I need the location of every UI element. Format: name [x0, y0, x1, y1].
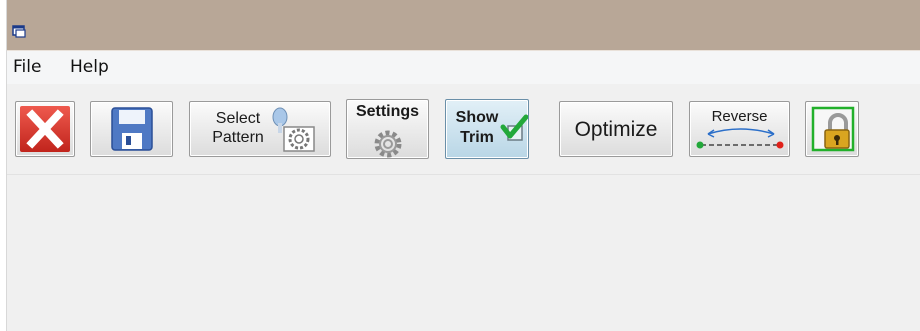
select-pattern-line1: Select: [215, 110, 261, 127]
settings-button[interactable]: Settings: [346, 99, 429, 159]
select-pattern-label: Select Pattern: [208, 109, 268, 147]
show-trim-line1: Show: [455, 109, 499, 126]
gear-pattern-icon: [268, 105, 318, 156]
reverse-arrows-icon: [696, 126, 784, 156]
reverse-button[interactable]: Reverse: [689, 101, 790, 157]
optimize-button[interactable]: Optimize: [559, 101, 673, 157]
settings-label: Settings: [355, 103, 420, 120]
show-trim-button[interactable]: Show Trim: [445, 99, 529, 159]
app-window-icon: [12, 23, 26, 38]
show-trim-label: Show Trim: [453, 108, 501, 148]
padlock-icon: [811, 106, 855, 156]
workspace-area: [7, 175, 920, 331]
menu-file[interactable]: File: [13, 57, 41, 77]
red-x-icon: [20, 106, 70, 156]
close-button[interactable]: [15, 101, 75, 157]
lock-button[interactable]: [805, 101, 859, 157]
floppy-disk-icon: [111, 107, 153, 155]
app-window: File Help Select Pattern Settings Show T…: [6, 0, 920, 331]
optimize-label: Optimize: [574, 118, 658, 141]
gear-icon: [366, 124, 410, 158]
reverse-label: Reverse: [711, 108, 768, 125]
select-pattern-line2: Pattern: [212, 129, 264, 146]
menu-bar: File Help: [7, 50, 920, 84]
checkmark-icon: [500, 114, 528, 148]
show-trim-line2: Trim: [460, 129, 494, 146]
toolbar: Select Pattern Settings Show Trim Optimi…: [7, 84, 920, 175]
menu-help[interactable]: Help: [70, 57, 109, 77]
title-bar: [7, 0, 920, 50]
select-pattern-button[interactable]: Select Pattern: [189, 101, 331, 157]
save-button[interactable]: [90, 101, 173, 157]
